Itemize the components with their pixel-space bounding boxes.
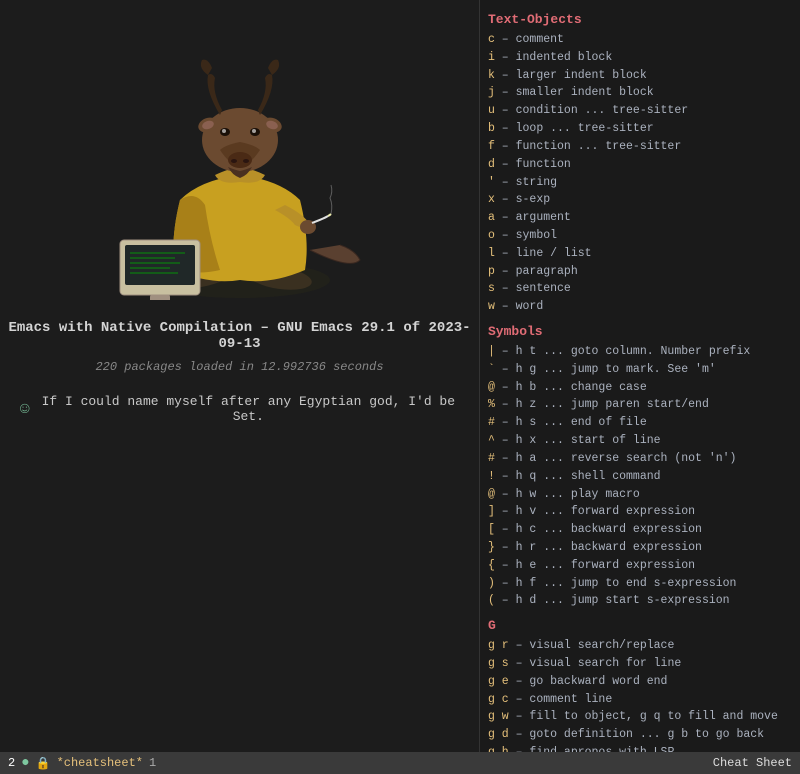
key-label: j: [488, 86, 495, 99]
key-label: |: [488, 345, 495, 358]
status-filename: *cheatsheet*: [57, 756, 143, 770]
key-label: @: [488, 381, 495, 394]
key-label: g r: [488, 639, 509, 652]
key-label: a: [488, 211, 495, 224]
key-label: f: [488, 140, 495, 153]
key-item: g w – fill to object, g q to fill and mo…: [488, 708, 792, 726]
key-item: g r – visual search/replace: [488, 637, 792, 655]
key-label: g w: [488, 710, 509, 723]
key-label: c: [488, 33, 495, 46]
key-label: l: [488, 247, 495, 260]
key-label: b: [488, 122, 495, 135]
key-label: g e: [488, 675, 509, 688]
right-panel[interactable]: Text-Objects c – commenti – indented bloc…: [480, 0, 800, 774]
section-header-g: G: [488, 618, 792, 633]
fortune-line: ☺ If I could name myself after any Egypt…: [0, 394, 479, 424]
key-item: c – comment: [488, 31, 792, 49]
key-label: k: [488, 69, 495, 82]
key-item: % – h z ... jump paren start/end: [488, 396, 792, 414]
key-label: #: [488, 416, 495, 429]
key-label: #: [488, 452, 495, 465]
key-label: g d: [488, 728, 509, 741]
packages-info: 220 packages loaded in 12.992736 seconds: [95, 360, 383, 374]
key-item: w – word: [488, 298, 792, 316]
key-item: ` – h g ... jump to mark. See 'm': [488, 361, 792, 379]
key-label: p: [488, 265, 495, 278]
status-right-label: Cheat Sheet: [713, 756, 792, 770]
key-item: g s – visual search for line: [488, 655, 792, 673]
key-item: ! – h q ... shell command: [488, 468, 792, 486]
key-label: o: [488, 229, 495, 242]
key-item: # – h a ... reverse search (not 'n'): [488, 450, 792, 468]
section-header-text-objects: Text-Objects: [488, 12, 792, 27]
key-item: u – condition ... tree-sitter: [488, 102, 792, 120]
key-label: ): [488, 577, 495, 590]
key-item: @ – h w ... play macro: [488, 486, 792, 504]
key-item: j – smaller indent block: [488, 84, 792, 102]
key-item: ' – string: [488, 174, 792, 192]
status-indicator: ●: [21, 755, 29, 771]
key-item: p – paragraph: [488, 263, 792, 281]
gnu-mascot-image: [90, 20, 390, 300]
fortune-icon: ☺: [20, 400, 30, 418]
key-item: ] – h v ... forward expression: [488, 503, 792, 521]
key-label: x: [488, 193, 495, 206]
key-item: x – s-exp: [488, 191, 792, 209]
section-header-symbols: Symbols: [488, 324, 792, 339]
key-item: b – loop ... tree-sitter: [488, 120, 792, 138]
key-item: o – symbol: [488, 227, 792, 245]
key-item: | – h t ... goto column. Number prefix: [488, 343, 792, 361]
emacs-title: Emacs with Native Compilation – GNU Emac…: [0, 320, 479, 352]
key-label: `: [488, 363, 495, 376]
key-label: u: [488, 104, 495, 117]
key-item: [ – h c ... backward expression: [488, 521, 792, 539]
key-item: d – function: [488, 156, 792, 174]
key-item: ( – h d ... jump start s-expression: [488, 592, 792, 610]
key-label: [: [488, 523, 495, 536]
key-item: ) – h f ... jump to end s-expression: [488, 575, 792, 593]
key-item: { – h e ... forward expression: [488, 557, 792, 575]
key-label: w: [488, 300, 495, 313]
key-item: g d – goto definition ... g b to go back: [488, 726, 792, 744]
key-label: @: [488, 488, 495, 501]
key-label: g c: [488, 693, 509, 706]
key-label: g s: [488, 657, 509, 670]
status-buffer-num: 2: [8, 756, 15, 770]
key-item: a – argument: [488, 209, 792, 227]
key-label: d: [488, 158, 495, 171]
left-panel: Emacs with Native Compilation – GNU Emac…: [0, 0, 480, 774]
key-item: ^ – h x ... start of line: [488, 432, 792, 450]
status-bar: 2 ● 🔒 *cheatsheet* 1 Cheat Sheet: [0, 752, 800, 774]
key-label: ]: [488, 505, 495, 518]
key-label: }: [488, 541, 495, 554]
key-label: i: [488, 51, 495, 64]
key-label: !: [488, 470, 495, 483]
key-item: g c – comment line: [488, 691, 792, 709]
fortune-text: If I could name myself after any Egyptia…: [38, 394, 459, 424]
key-item: f – function ... tree-sitter: [488, 138, 792, 156]
key-label: {: [488, 559, 495, 572]
key-label: ^: [488, 434, 495, 447]
key-item: s – sentence: [488, 280, 792, 298]
status-linenum: 1: [149, 756, 156, 770]
key-label: (: [488, 594, 495, 607]
key-item: k – larger indent block: [488, 67, 792, 85]
key-label: s: [488, 282, 495, 295]
key-item: @ – h b ... change case: [488, 379, 792, 397]
key-item: g e – go backward word end: [488, 673, 792, 691]
key-label: ': [488, 176, 495, 189]
key-item: i – indented block: [488, 49, 792, 67]
key-item: # – h s ... end of file: [488, 414, 792, 432]
status-lock-icon: 🔒: [36, 756, 51, 771]
key-label: %: [488, 398, 495, 411]
key-item: l – line / list: [488, 245, 792, 263]
key-item: } – h r ... backward expression: [488, 539, 792, 557]
